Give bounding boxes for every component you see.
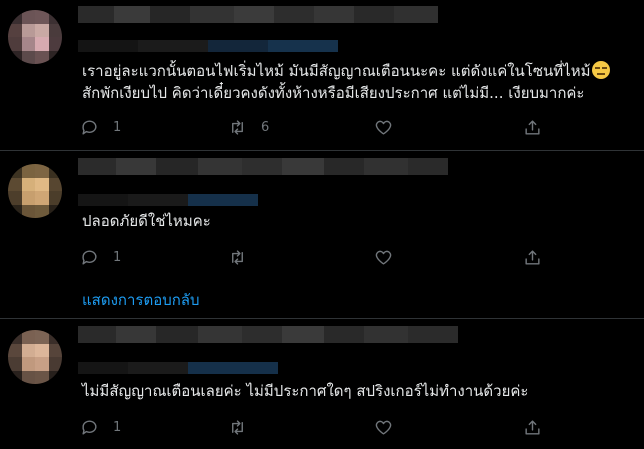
- tweet-text-line: เราอยู่ละแวกนั้นตอนไฟเริ่มไหม้ มันมีสัญญ…: [82, 62, 591, 80]
- avatar[interactable]: [8, 330, 62, 384]
- share-icon: [525, 419, 540, 435]
- expressionless-face-emoji-icon: [591, 61, 610, 79]
- reply-count: 1: [113, 119, 122, 135]
- tweet-text-line: ไม่มีสัญญาณเตือนเลยค่ะ ไม่มีประกาศใดๆ สป…: [82, 382, 529, 400]
- heart-icon: [375, 420, 392, 435]
- heart-icon: [375, 120, 392, 135]
- tweet-actions: 1: [78, 246, 558, 268]
- retweet-button[interactable]: 6: [228, 116, 269, 138]
- heart-icon: [375, 250, 392, 265]
- reply-icon: [82, 249, 97, 265]
- blurred-username: [78, 158, 448, 192]
- retweet-icon: [232, 249, 243, 265]
- tweet-text-line: สักพักเงียบไป คิดว่าเดี๋ยวคงดังทั้งห้างห…: [82, 84, 585, 102]
- reply-icon: [82, 119, 97, 135]
- show-replies-link[interactable]: แสดงการตอบกลับ: [82, 288, 200, 312]
- blurred-handle: [78, 40, 338, 52]
- like-button[interactable]: [374, 416, 407, 438]
- reply-button[interactable]: 1: [80, 416, 121, 438]
- reply-icon: [82, 419, 97, 435]
- avatar[interactable]: [8, 164, 62, 218]
- share-icon: [525, 249, 540, 265]
- like-button[interactable]: [374, 116, 407, 138]
- tweet-1[interactable]: เราอยู่ละแวกนั้นตอนไฟเริ่มไหม้ มันมีสัญญ…: [0, 0, 644, 150]
- blurred-handle: [78, 362, 278, 374]
- tweet-3[interactable]: ไม่มีสัญญาณเตือนเลยค่ะ ไม่มีประกาศใดๆ สป…: [0, 318, 644, 449]
- retweet-icon: [232, 119, 243, 135]
- tweet-text: ปลอดภัยดีใช่ไหมคะ: [82, 210, 211, 232]
- share-icon: [525, 119, 540, 135]
- blurred-handle: [78, 194, 258, 206]
- retweet-button[interactable]: [228, 416, 261, 438]
- blurred-username: [78, 326, 458, 360]
- like-button[interactable]: [374, 246, 407, 268]
- share-button[interactable]: [523, 416, 542, 438]
- share-button[interactable]: [523, 246, 542, 268]
- retweet-icon: [232, 419, 243, 435]
- tweet-text: ไม่มีสัญญาณเตือนเลยค่ะ ไม่มีประกาศใดๆ สป…: [82, 380, 528, 402]
- reply-button[interactable]: 1: [80, 246, 121, 268]
- avatar[interactable]: [8, 10, 62, 64]
- retweet-count: 6: [261, 119, 270, 135]
- tweet-actions: 1 6: [78, 116, 558, 138]
- tweet-text: เราอยู่ละแวกนั้นตอนไฟเริ่มไหม้ มันมีสัญญ…: [82, 60, 610, 104]
- tweet-actions: 1: [78, 416, 558, 438]
- share-button[interactable]: [523, 116, 542, 138]
- reply-count: 1: [113, 249, 122, 265]
- tweet-text-line: ปลอดภัยดีใช่ไหมคะ: [82, 212, 211, 230]
- blurred-username: [78, 6, 458, 40]
- reply-button[interactable]: 1: [80, 116, 121, 138]
- retweet-button[interactable]: [228, 246, 261, 268]
- reply-count: 1: [113, 419, 122, 435]
